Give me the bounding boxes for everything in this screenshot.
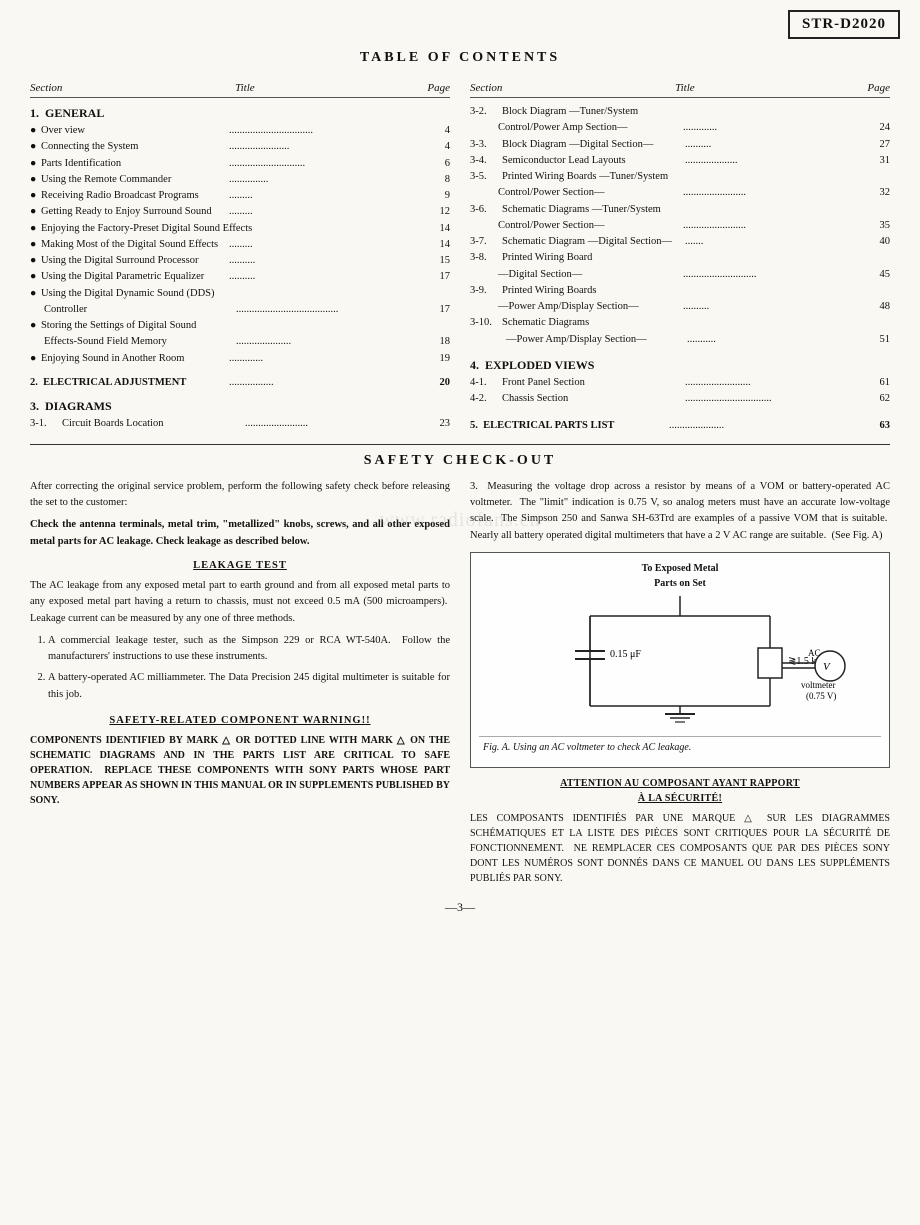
safety-right-col: 3. Measuring the voltage drop across a r… [470, 479, 890, 892]
toc-3-9: 3-9. Printed Wiring Boards —Power Amp/Di… [470, 283, 890, 316]
circuit-diagram: To Exposed MetalParts on Set 0.15 μF [470, 552, 890, 768]
toc-header-section: Section [30, 82, 62, 94]
toc-section-3-title: 3. DIAGRAMS [30, 399, 450, 414]
toc-item-remote-commander: ● Using the Remote Commander ...........… [30, 172, 450, 188]
toc-item-overview: ● Over view ............................… [30, 123, 450, 139]
toc-item-parts-identification: ● Parts Identification .................… [30, 156, 450, 172]
toc-section-2-item: 2. ELECTRICAL ADJUSTMENT ...............… [30, 375, 450, 391]
toc-container: Section Title Page 1. GENERAL ● Over vie… [0, 82, 920, 434]
warning-component-text: COMPONENTS IDENTIFIED BY MARK △ OR DOTTE… [30, 733, 450, 808]
toc-3-2: 3-2. Block Diagram —Tuner/System Control… [470, 104, 890, 137]
safety-p2: Check the antenna terminals, metal trim,… [30, 517, 450, 550]
toc-3-4: 3-4. Semiconductor Lead Layouts ........… [470, 153, 890, 169]
toc-header-right: Section Title Page [470, 82, 890, 98]
toc-item-factory-preset: ● Enjoying the Factory-Preset Digital So… [30, 221, 450, 237]
circuit-caption: Fig. A. Using an AC voltmeter to check A… [479, 736, 881, 759]
french-warning-title: ATTENTION AU COMPOSANT AYANT RAPPORTÀ LA… [470, 776, 890, 807]
toc-item-surround-ready: ● Getting Ready to Enjoy Surround Sound … [30, 204, 450, 220]
french-warning: ATTENTION AU COMPOSANT AYANT RAPPORTÀ LA… [470, 776, 890, 886]
svg-text:voltmeter: voltmeter [801, 680, 836, 690]
toc-item-another-room: ● Enjoying Sound in Another Room .......… [30, 351, 450, 367]
french-warning-text: LES COMPOSANTS IDENTIFIÉS PAR UNE MARQUE… [470, 811, 890, 886]
leakage-p1: The AC leakage from any exposed metal pa… [30, 578, 450, 627]
safety-content: www.radiofans.cn After correcting the or… [0, 479, 920, 892]
toc-3-7: 3-7. Schematic Diagram —Digital Section—… [470, 234, 890, 250]
warning-component-title: SAFETY-RELATED COMPONENT WARNING!! [30, 713, 450, 729]
capacitor-label: 0.15 μF [610, 649, 641, 660]
toc-header-page-r: Page [867, 82, 890, 94]
toc-item-controller: Controller .............................… [30, 302, 450, 318]
toc-item-radio: ● Receiving Radio Broadcast Programs ...… [30, 188, 450, 204]
toc-item-storing-2: Effects-Sound Field Memory .............… [30, 334, 450, 350]
leakage-item-2: A battery-operated AC milliammeter. The … [48, 670, 450, 703]
toc-section-4: 4. EXPLODED VIEWS 4-1. Front Panel Secti… [470, 358, 890, 408]
toc-3-5: 3-5. Printed Wiring Boards —Tuner/System… [470, 169, 890, 202]
safety-right-p1: 3. Measuring the voltage drop across a r… [470, 479, 890, 544]
page-number: —3— [0, 900, 920, 915]
toc-item-surround-processor: ● Using the Digital Surround Processor .… [30, 253, 450, 269]
toc-item-storing-1: ● Storing the Settings of Digital Sound [30, 318, 450, 334]
toc-header-title: Title [235, 82, 255, 94]
toc-section-3: 3. DIAGRAMS 3-1. Circuit Boards Location… [30, 399, 450, 432]
toc-item-dds-1: ● Using the Digital Dynamic Sound (DDS) [30, 286, 450, 302]
circuit-svg: 0.15 μF ≷1.5 kΩ V [479, 596, 881, 726]
toc-4-2: 4-2. Chassis Section ...................… [470, 391, 890, 407]
toc-diagrams-3-1: 3-1. Circuit Boards Location ...........… [30, 416, 450, 432]
toc-item-parametric-eq: ● Using the Digital Parametric Equalizer… [30, 269, 450, 285]
leakage-title: LEAKAGE TEST [30, 558, 450, 574]
safety-left-col: After correcting the original service pr… [30, 479, 450, 892]
toc-section-1-title: 1. GENERAL [30, 106, 450, 121]
toc-3-10: 3-10. Schematic Diagrams —Power Amp/Disp… [470, 315, 890, 348]
toc-section-5: 5. ELECTRICAL PARTS LIST ...............… [470, 418, 890, 434]
toc-right-col: Section Title Page 3-2. Block Diagram —T… [470, 82, 890, 434]
leakage-list: A commercial leakage tester, such as the… [30, 633, 450, 703]
toc-title: TABLE OF CONTENTS [0, 50, 920, 66]
toc-4-1: 4-1. Front Panel Section ...............… [470, 375, 890, 391]
toc-left-col: Section Title Page 1. GENERAL ● Over vie… [30, 82, 450, 434]
svg-text:(0.75 V): (0.75 V) [806, 691, 836, 701]
toc-header-page: Page [427, 82, 450, 94]
section-divider [30, 444, 890, 445]
svg-text:AC: AC [808, 648, 821, 658]
circuit-diagram-title: To Exposed MetalParts on Set [479, 561, 881, 592]
model-label: STR-D2020 [788, 10, 900, 39]
safety-title: SAFETY CHECK-OUT [0, 453, 920, 469]
toc-3-6: 3-6. Schematic Diagrams —Tuner/System Co… [470, 202, 890, 235]
toc-item-making-most: ● Making Most of the Digital Sound Effec… [30, 237, 450, 253]
safety-p1: After correcting the original service pr… [30, 479, 450, 512]
toc-3-3: 3-3. Block Diagram —Digital Section— ...… [470, 137, 890, 153]
toc-3-8: 3-8. Printed Wiring Board —Digital Secti… [470, 250, 890, 283]
toc-header-title-r: Title [675, 82, 695, 94]
toc-section-2: 2. ELECTRICAL ADJUSTMENT ...............… [30, 375, 450, 391]
leakage-item-1: A commercial leakage tester, such as the… [48, 633, 450, 666]
toc-item-connecting: ● Connecting the System ................… [30, 139, 450, 155]
page: STR-D2020 TABLE OF CONTENTS Section Titl… [0, 0, 920, 1225]
toc-header-left: Section Title Page [30, 82, 450, 98]
toc-header-section-r: Section [470, 82, 502, 94]
